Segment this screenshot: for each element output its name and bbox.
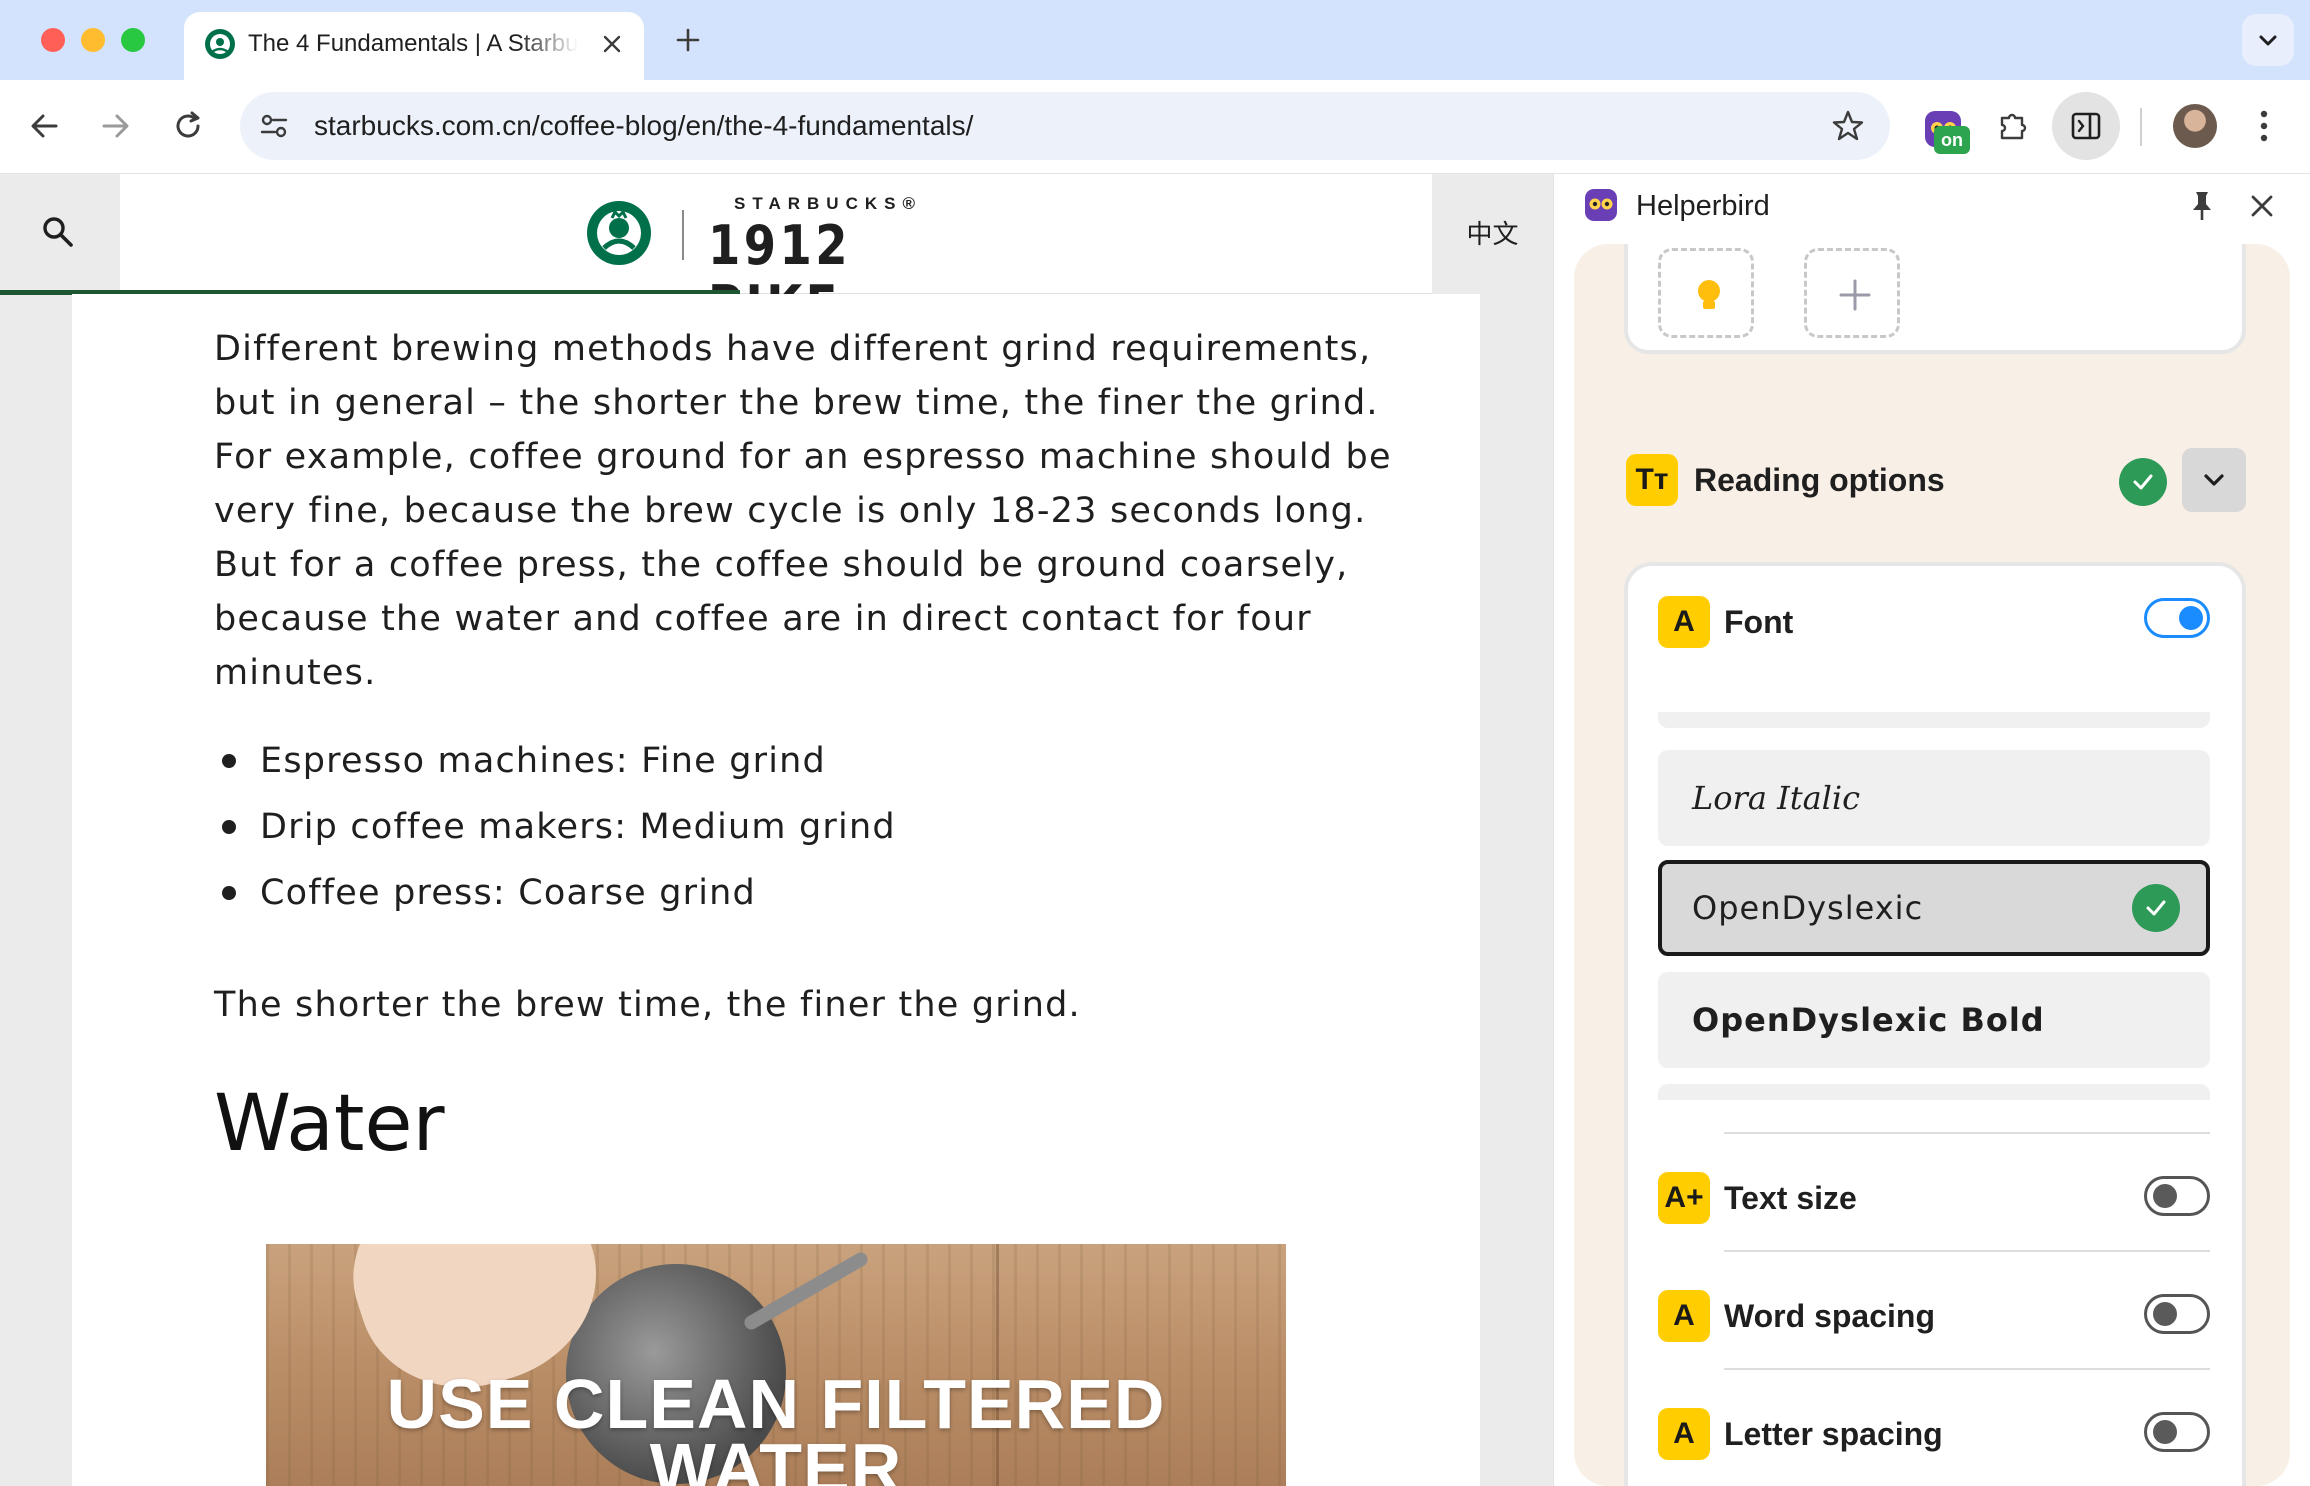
extension-on-badge: on — [1934, 126, 1970, 154]
toggle-knob — [2153, 1420, 2177, 1444]
window-zoom-button[interactable] — [121, 28, 145, 52]
active-tab[interactable]: The 4 Fundamentals | A Starbucks — [184, 12, 644, 80]
site-header: STARBUCKS® 1912 PIKE 中文 — [0, 174, 1553, 336]
search-icon — [43, 217, 73, 247]
tab-search-button[interactable] — [2242, 14, 2294, 66]
word-spacing-option-label: Word spacing — [1724, 1298, 1935, 1334]
more-menu-icon[interactable] — [2248, 106, 2280, 146]
web-page: STARBUCKS® 1912 PIKE 中文 Different brewin… — [0, 174, 1553, 1486]
side-panel: Helperbird Tт Reading options A Font Lor… — [1553, 174, 2310, 1486]
profile-avatar[interactable] — [2173, 104, 2217, 148]
chevron-down-icon — [2204, 474, 2224, 486]
browser-toolbar: starbucks.com.cn/coffee-blog/en/the-4-fu… — [0, 80, 2310, 174]
word-spacing-option-icon: A — [1658, 1290, 1710, 1342]
quick-tools-card — [1624, 244, 2246, 354]
font-option-icon: A — [1658, 596, 1710, 648]
font-option-lora-italic[interactable]: Lora Italic — [1658, 750, 2210, 846]
address-bar[interactable]: starbucks.com.cn/coffee-blog/en/the-4-fu… — [240, 92, 1890, 160]
font-list-scroll-edge — [1658, 1084, 2210, 1100]
font-option-name: OpenDyslexic — [1692, 889, 1924, 927]
hero-caption: USE CLEAN FILTERED WATER — [386, 1365, 1166, 1486]
text-size-option-label: Text size — [1724, 1180, 1857, 1216]
extensions-puzzle-icon[interactable] — [1996, 108, 2032, 144]
reading-options-icon: Tт — [1626, 454, 1678, 506]
side-panel-icon — [2071, 112, 2101, 140]
chevron-down-icon — [2259, 35, 2277, 46]
font-option-opendyslexic-bold[interactable]: OpenDyslexic Bold — [1658, 972, 2210, 1068]
site-info-icon[interactable] — [258, 110, 290, 142]
list-item: Espresso machines: Fine grind — [214, 734, 1314, 800]
side-panel-title: Helperbird — [1636, 190, 1770, 222]
text-size-toggle[interactable] — [2144, 1176, 2210, 1216]
tab-title: The 4 Fundamentals | A Starbucks — [248, 30, 578, 57]
article-body: Different brewing methods have different… — [72, 294, 1480, 1486]
section-heading: Water — [214, 1079, 445, 1169]
check-icon — [2146, 900, 2166, 916]
toolbar-divider — [2140, 108, 2142, 146]
option-divider — [1724, 1368, 2210, 1370]
grind-paragraph: Different brewing methods have different… — [214, 329, 1392, 693]
font-option-label: Font — [1724, 604, 1794, 640]
add-tool-slot[interactable] — [1804, 248, 1900, 338]
check-icon — [2133, 474, 2153, 490]
language-toggle[interactable]: 中文 — [1432, 174, 1553, 294]
logo-divider — [682, 210, 684, 260]
letter-spacing-option-label: Letter spacing — [1724, 1416, 1943, 1452]
kettle-spout — [741, 1249, 871, 1333]
text-size-option-icon: A+ — [1658, 1172, 1710, 1224]
tab-close-icon[interactable] — [600, 32, 624, 56]
new-tab-icon[interactable] — [672, 24, 704, 56]
grind-list: Espresso machines: Fine grind Drip coffe… — [214, 734, 1314, 932]
tab-strip: The 4 Fundamentals | A Starbucks — [0, 0, 2310, 80]
reading-options-title[interactable]: Reading options — [1694, 456, 1945, 504]
hero-image: USE CLEAN FILTERED WATER — [266, 1244, 1286, 1486]
reading-options-card: A Font Lora Italic OpenDyslexic OpenDysl… — [1624, 562, 2246, 1486]
option-divider — [1724, 1250, 2210, 1252]
toggle-knob — [2179, 606, 2203, 630]
side-panel-button[interactable] — [2052, 92, 2120, 160]
summary-paragraph: The shorter the brew time, the finer the… — [214, 985, 1081, 1025]
window-close-button[interactable] — [41, 28, 65, 52]
lightbulb-icon — [1698, 280, 1720, 309]
tool-slot[interactable] — [1658, 248, 1754, 338]
font-toggle[interactable] — [2144, 598, 2210, 638]
reading-options-enabled-check — [2119, 458, 2167, 506]
reload-icon[interactable] — [170, 108, 206, 144]
list-item: Coffee press: Coarse grind — [214, 866, 1314, 932]
toggle-knob — [2153, 1302, 2177, 1326]
helperbird-panel: Tт Reading options A Font Lora Italic Op… — [1574, 244, 2290, 1486]
close-icon[interactable] — [2246, 190, 2278, 222]
window-minimize-button[interactable] — [81, 28, 105, 52]
starbucks-logo-icon[interactable] — [586, 200, 652, 266]
font-option-opendyslexic[interactable]: OpenDyslexic — [1658, 860, 2210, 956]
starbucks-siren-icon — [205, 29, 235, 59]
back-arrow-icon[interactable] — [26, 108, 62, 144]
font-list-scroll-edge — [1658, 712, 2210, 728]
helperbird-logo-icon — [1585, 189, 1617, 221]
toggle-knob — [2153, 1184, 2177, 1208]
url-text[interactable]: starbucks.com.cn/coffee-blog/en/the-4-fu… — [314, 108, 973, 144]
word-spacing-toggle[interactable] — [2144, 1294, 2210, 1334]
reading-options-collapse-button[interactable] — [2182, 448, 2246, 512]
pin-icon[interactable] — [2184, 188, 2220, 224]
site-search-button[interactable] — [0, 174, 120, 294]
font-selected-check — [2132, 884, 2180, 932]
bookmark-star-icon[interactable] — [1830, 108, 1866, 144]
letter-spacing-option-icon: A — [1658, 1408, 1710, 1460]
option-divider — [1724, 1132, 2210, 1134]
forward-arrow-icon[interactable] — [98, 108, 134, 144]
product-wordmark: 1912 PIKE — [708, 214, 852, 336]
brand-wordmark: STARBUCKS® — [734, 194, 922, 213]
letter-spacing-toggle[interactable] — [2144, 1412, 2210, 1452]
list-item: Drip coffee makers: Medium grind — [214, 800, 1314, 866]
plus-icon — [1839, 279, 1871, 311]
